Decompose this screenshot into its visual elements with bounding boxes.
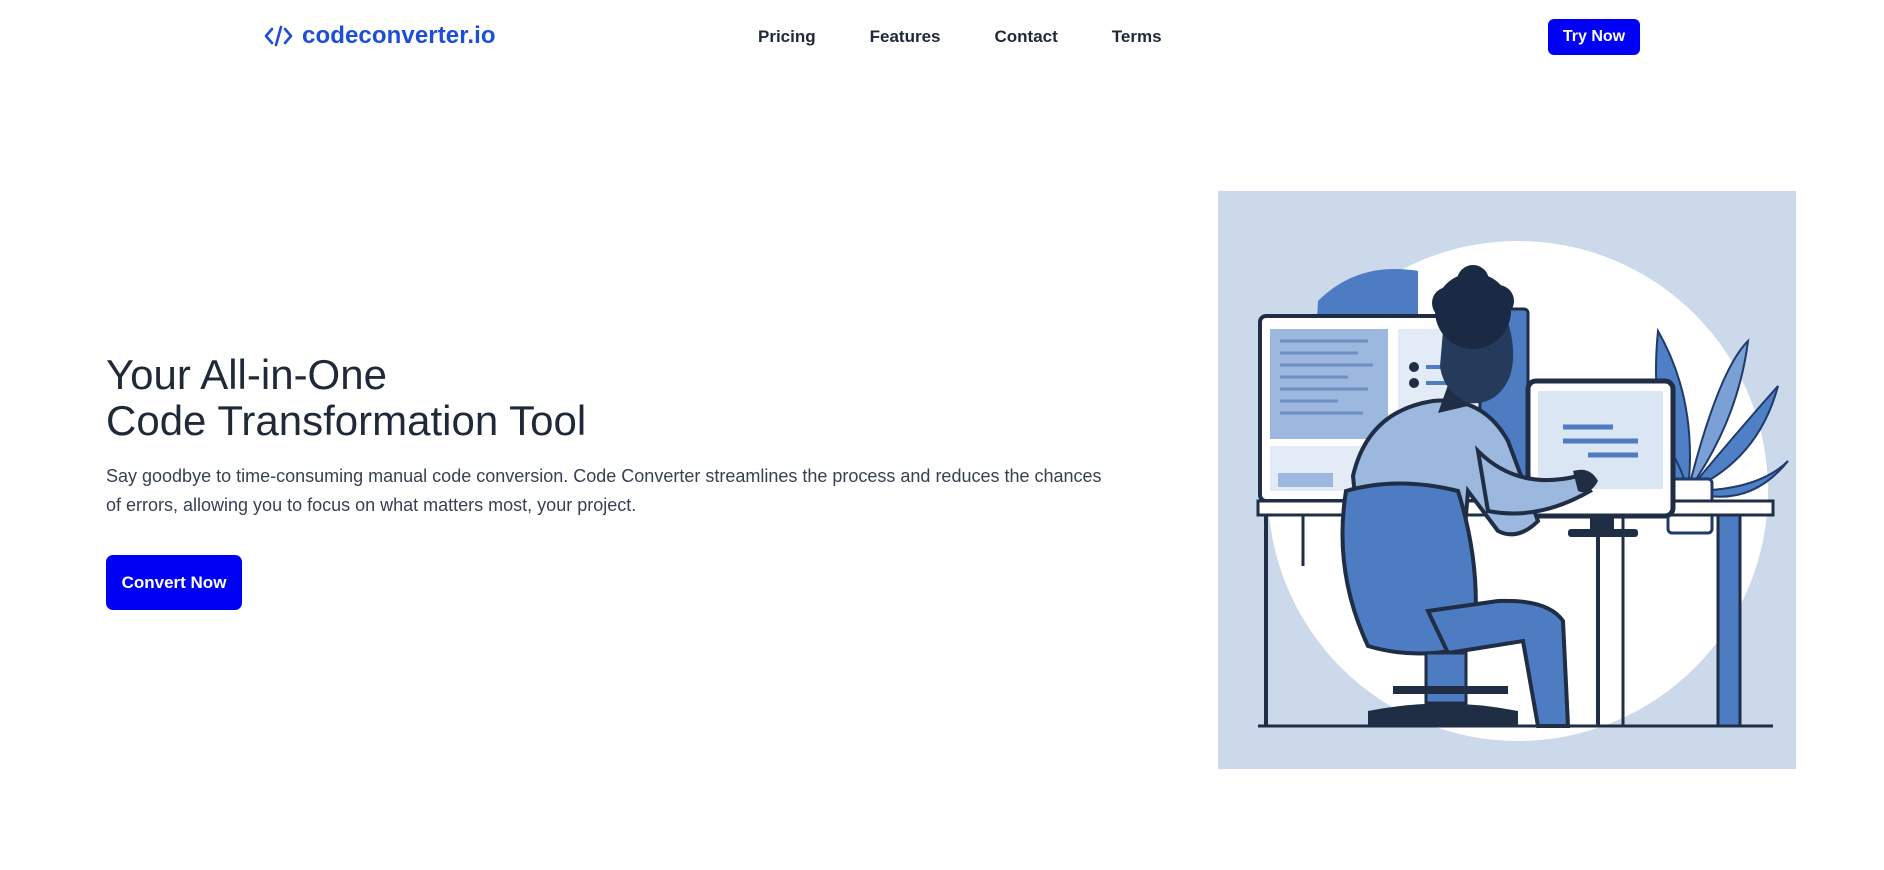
hero-description: Say goodbye to time-consuming manual cod… [106, 466, 1102, 515]
hero-title: Your All-in-One Code Transformation Tool [106, 352, 586, 444]
logo-link[interactable]: codeconverter.io [264, 22, 496, 50]
code-brackets-icon [264, 25, 293, 47]
nav-link-contact[interactable]: Contact [995, 27, 1058, 47]
nav-link-terms[interactable]: Terms [1112, 27, 1162, 47]
nav-link-features[interactable]: Features [870, 27, 941, 47]
convert-now-button[interactable]: Convert Now [106, 555, 242, 610]
hero-title-line-2: Code Transformation Tool [106, 397, 587, 444]
developer-at-desk-illustration [1256, 241, 1789, 741]
hero-illustration [1218, 191, 1796, 769]
hero-title-line-1: Your All-in-One [106, 351, 387, 398]
try-now-button[interactable]: Try Now [1548, 19, 1640, 55]
nav-link-pricing[interactable]: Pricing [758, 27, 816, 47]
logo-text: codeconverter.io [302, 22, 496, 49]
main-nav: Pricing Features Contact Terms [758, 27, 1162, 47]
site-header: codeconverter.io Pricing Features Contac… [0, 0, 1884, 74]
